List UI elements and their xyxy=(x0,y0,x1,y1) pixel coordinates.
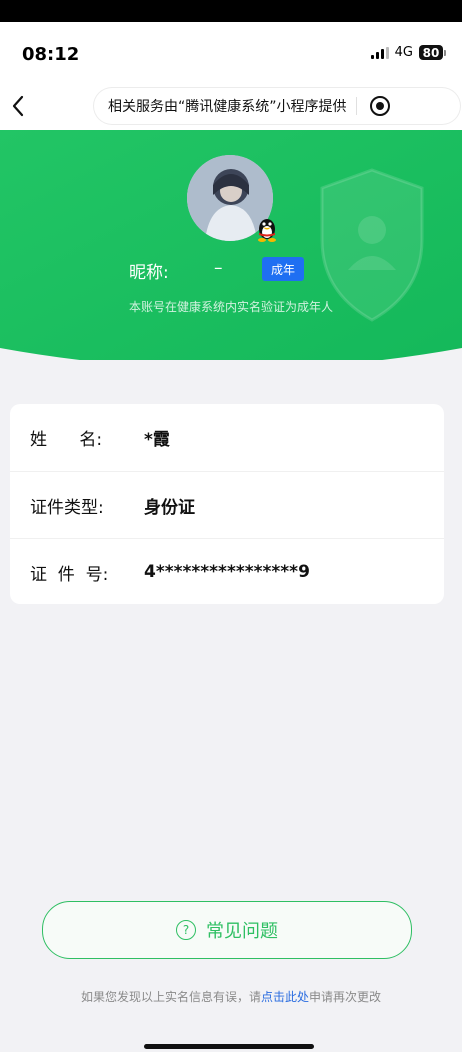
record-icon xyxy=(369,96,390,116)
record-button[interactable] xyxy=(368,94,392,118)
home-indicator xyxy=(144,1044,314,1049)
nickname-label: 昵称: xyxy=(129,263,169,283)
battery-level: 80 xyxy=(419,45,443,60)
faq-button[interactable]: ? 常见问题 xyxy=(42,901,412,959)
row-label: 姓 名: xyxy=(30,429,103,450)
row-label: 证 件 号: xyxy=(30,564,109,585)
identity-row-id-type: 证件类型: 身份证 xyxy=(10,471,444,538)
row-label: 证件类型: xyxy=(30,497,104,518)
provider-pill: 相关服务由“腾讯健康系统”小程序提供 xyxy=(94,88,460,124)
nav-bar: 相关服务由“腾讯健康系统”小程序提供 xyxy=(0,82,462,130)
back-button[interactable] xyxy=(4,90,32,122)
signal-icon xyxy=(370,46,389,59)
question-circle-icon: ? xyxy=(176,920,196,940)
status-time: 08:12 xyxy=(22,44,80,65)
battery-icon: 80 xyxy=(419,45,446,60)
footer-prefix: 如果您发现以上实名信息有误，请 xyxy=(80,990,261,1004)
top-black-bar xyxy=(0,0,462,22)
qq-penguin-icon xyxy=(256,216,278,242)
change-request-link[interactable]: 点击此处 xyxy=(261,990,309,1004)
pill-divider xyxy=(355,97,357,115)
verification-note: 本账号在健康系统内实名验证为成年人 xyxy=(128,300,333,314)
footer-note: 如果您发现以上实名信息有误，请点击此处申请再次更改 xyxy=(0,988,462,1005)
status-indicators: 4G 80 xyxy=(370,45,446,60)
row-value: 4****************9 xyxy=(144,562,310,582)
chevron-left-icon xyxy=(12,95,24,117)
nickname-value: – xyxy=(214,258,223,278)
identity-row-id-number: 证 件 号: 4****************9 xyxy=(10,538,444,605)
network-type: 4G xyxy=(394,45,413,60)
row-value: *霞 xyxy=(144,429,170,450)
faq-label: 常见问题 xyxy=(206,921,278,942)
profile-header: 昵称: – 成年 本账号在健康系统内实名验证为成年人 xyxy=(0,130,462,360)
nickname-row: 昵称: – xyxy=(0,258,462,283)
footer-suffix: 申请再次更改 xyxy=(309,990,382,1004)
provider-text: 相关服务由“腾讯健康系统”小程序提供 xyxy=(108,99,347,115)
identity-card: 姓 名: *霞 证件类型: 身份证 证 件 号: 4**************… xyxy=(10,404,444,604)
status-bar: 08:12 4G 80 xyxy=(0,22,462,82)
identity-row-name: 姓 名: *霞 xyxy=(10,404,444,470)
adult-badge: 成年 xyxy=(262,257,304,281)
row-value: 身份证 xyxy=(144,497,195,518)
